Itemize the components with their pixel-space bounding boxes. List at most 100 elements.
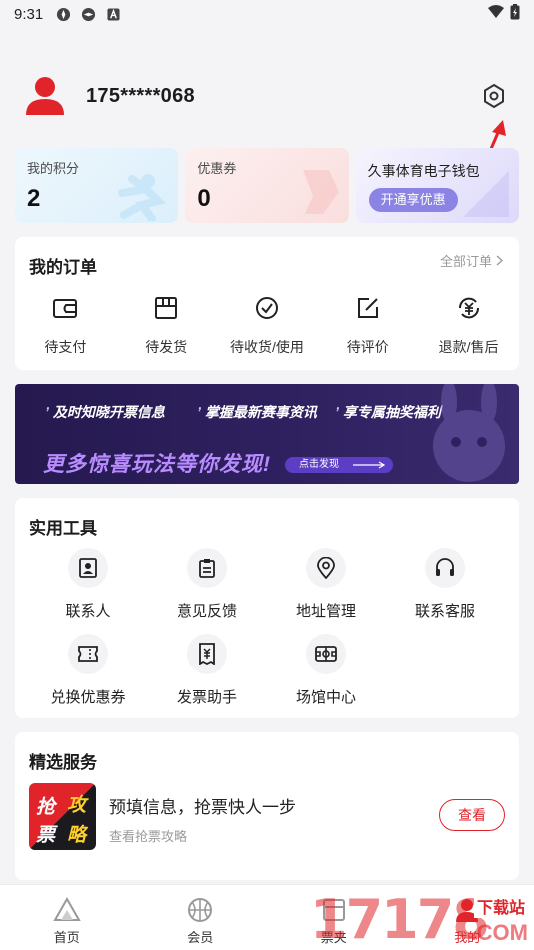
tool-icon-wrap <box>187 548 227 588</box>
service-title: 预填信息，抢票快人一步 <box>109 798 296 817</box>
coupon-decoration-icon <box>302 170 339 214</box>
arrow-right-icon <box>353 461 386 469</box>
banner-cta-button[interactable]: 点击发现 <box>285 457 393 473</box>
promo-banner[interactable]: ʼ 及时知晓开票信息 ʼ 掌握最新赛事资讯 ʼ 享专属抽奖福利 更多惊喜玩法等你发现!… <box>15 384 519 484</box>
tab-label: 首页 <box>53 930 80 945</box>
coupons-card[interactable]: 优惠券 0 <box>185 148 349 223</box>
tab-mine[interactable]: 我的 <box>401 885 534 950</box>
wallet-icon <box>53 299 78 318</box>
service-view-button[interactable]: 查看 <box>439 799 505 831</box>
tool-address[interactable]: 地址管理 <box>266 548 386 621</box>
thumb-char: 略 <box>67 825 87 846</box>
all-orders-link[interactable]: 全部订单 <box>440 251 503 270</box>
tool-label: 联系人 <box>65 603 111 620</box>
order-refund[interactable]: 退款/售后 <box>418 295 519 357</box>
status-time: 9:31 <box>14 5 44 23</box>
tool-feedback[interactable]: 意见反馈 <box>147 548 267 621</box>
tab-home[interactable]: 首页 <box>0 885 134 950</box>
refund-icon <box>458 297 479 319</box>
venue-icon <box>315 646 337 662</box>
tool-venue-center[interactable]: 场馆中心 <box>266 634 386 707</box>
tool-label: 地址管理 <box>295 603 356 620</box>
rabbit-mascot-icon <box>433 384 505 482</box>
order-pending-review[interactable]: 待评价 <box>317 295 418 357</box>
order-pending-receipt[interactable]: 待收货/使用 <box>217 295 318 357</box>
edit-icon <box>357 298 378 318</box>
tools-panel: 实用工具 联系人 意见反馈 地址管理 联系客服 兑换优惠券 发票助手 场馆中心 <box>15 498 519 718</box>
account-cards: 我的积分 2 优惠券 0 久事体育电子钱包 开通享优惠 <box>15 148 519 223</box>
check-circle-icon <box>255 297 278 319</box>
tool-customer-service[interactable]: 联系客服 <box>385 548 505 621</box>
order-pending-payment[interactable]: 待支付 <box>15 295 116 357</box>
ticket-icon <box>78 646 98 662</box>
app-notification-icon <box>55 6 71 22</box>
services-title: 精选服务 <box>29 753 97 772</box>
tool-invoice[interactable]: 发票助手 <box>147 634 267 707</box>
tool-label: 兑换优惠券 <box>50 689 126 706</box>
tool-icon-wrap <box>306 634 346 674</box>
tool-icon-wrap <box>68 634 108 674</box>
tab-tickets[interactable]: 票夹 <box>267 885 401 950</box>
profile-header: 175*****068 <box>24 72 520 120</box>
ticket-folder-icon <box>322 899 345 921</box>
feedback-icon <box>199 559 215 578</box>
tool-icon-wrap <box>425 548 465 588</box>
tab-label: 票夹 <box>320 930 347 945</box>
tab-label: 会员 <box>187 930 214 945</box>
banner-tagline-text: 掌握最新赛事资讯 <box>204 404 317 420</box>
runner-decoration-icon <box>118 174 167 221</box>
tool-contacts[interactable]: 联系人 <box>28 548 148 621</box>
bottom-tab-bar: 首页 会员 票夹 我的 <box>0 884 534 950</box>
service-thumbnail: 抢 攻 票 略 <box>29 783 96 850</box>
all-orders-label: 全部订单 <box>439 254 492 269</box>
battery-icon <box>510 4 520 24</box>
tool-label: 发票助手 <box>176 689 237 706</box>
avatar[interactable] <box>24 75 66 117</box>
home-icon <box>53 897 81 921</box>
banner-tagline: ʼ 及时知晓开票信息 <box>45 404 165 420</box>
order-label: 待发货 <box>145 339 188 355</box>
wallet-decoration-icon <box>462 171 509 217</box>
banner-tagline: ʼ 掌握最新赛事资讯 <box>197 404 317 420</box>
points-card[interactable]: 我的积分 2 <box>15 148 179 223</box>
font-notification-icon <box>105 6 121 22</box>
tool-icon-wrap <box>68 548 108 588</box>
tool-redeem-coupon[interactable]: 兑换优惠券 <box>28 634 148 707</box>
service-subtitle: 查看抢票攻略 <box>109 829 188 844</box>
settings-gear-icon <box>484 84 504 108</box>
user-phone: 175*****068 <box>86 84 195 107</box>
headset-icon <box>436 558 454 576</box>
banner-tagline-text: 及时知晓开票信息 <box>52 404 165 420</box>
tool-label: 场馆中心 <box>295 689 356 706</box>
tool-icon-wrap <box>187 634 227 674</box>
settings-button[interactable] <box>480 82 508 110</box>
wallet-card[interactable]: 久事体育电子钱包 开通享优惠 <box>355 148 519 223</box>
wallet-activate-button[interactable]: 开通享优惠 <box>368 188 458 212</box>
tab-member[interactable]: 会员 <box>134 885 268 950</box>
services-panel: 精选服务 抢 攻 票 略 预填信息，抢票快人一步 查看抢票攻略 查看 <box>15 732 519 880</box>
basketball-icon <box>188 898 213 922</box>
status-bar: 9:31 <box>0 0 534 28</box>
tool-label: 联系客服 <box>414 603 475 620</box>
package-icon <box>155 297 178 319</box>
order-label: 待收货/使用 <box>230 339 304 355</box>
order-status-row: 待支付 待发货 待收货/使用 待评价 退款/售后 <box>15 295 519 357</box>
order-label: 待支付 <box>44 339 87 355</box>
order-label: 退款/售后 <box>438 339 499 355</box>
tools-title: 实用工具 <box>29 519 97 538</box>
user-avatar-icon <box>26 77 64 115</box>
order-pending-shipment[interactable]: 待发货 <box>116 295 217 357</box>
app-notification-icon-2 <box>80 6 96 22</box>
wifi-icon <box>488 5 504 23</box>
tab-label: 我的 <box>454 930 481 945</box>
location-icon <box>317 557 335 579</box>
user-icon <box>456 899 479 922</box>
thumb-char: 攻 <box>67 795 87 816</box>
invoice-icon <box>199 643 215 665</box>
contact-icon <box>79 558 97 578</box>
banner-headline: 更多惊喜玩法等你发现! <box>43 453 271 476</box>
thumb-char: 票 <box>36 825 56 846</box>
tool-label: 意见反馈 <box>176 603 237 620</box>
orders-panel: 我的订单 全部订单 待支付 待发货 待收货/使用 待评价 退款/售后 <box>15 237 519 370</box>
order-label: 待评价 <box>346 339 389 355</box>
